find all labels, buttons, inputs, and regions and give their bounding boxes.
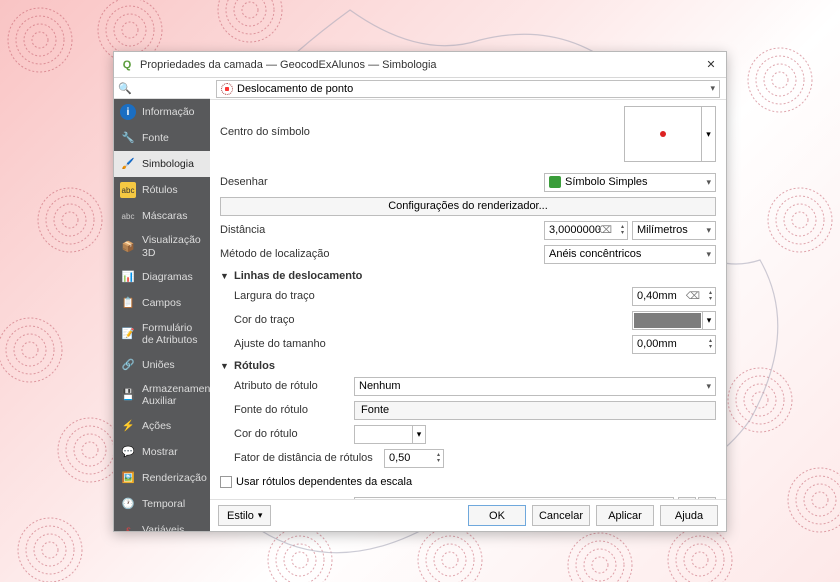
sidebar-search[interactable]: 🔍 bbox=[114, 78, 210, 99]
dialog-footer: Estilo▾ OK Cancelar Aplicar Ajuda bbox=[210, 499, 726, 531]
symbol-preview-menu[interactable]: ▾ bbox=[702, 106, 716, 162]
label-color-button[interactable]: ▾ bbox=[354, 425, 426, 444]
sidebar-item-labels[interactable]: abcRótulos bbox=[114, 177, 210, 203]
locate-method-select[interactable]: Anéis concêntricos bbox=[544, 245, 716, 264]
fields-icon: 📋 bbox=[120, 296, 136, 312]
displacement-icon bbox=[221, 83, 233, 95]
label-attr-select[interactable]: Nenhum bbox=[354, 377, 716, 396]
min-scale-select[interactable]: 0 bbox=[354, 497, 674, 500]
sidebar: iInformação 🔧Fonte 🖌️Simbologia abcRótul… bbox=[114, 99, 210, 531]
symbology-icon: 🖌️ bbox=[120, 156, 136, 172]
section-displacement-lines[interactable]: ▼Linhas de deslocamento bbox=[220, 270, 716, 282]
display-icon: 💬 bbox=[120, 444, 136, 460]
help-button[interactable]: Ajuda bbox=[660, 505, 718, 526]
size-adjust-spin[interactable]: 0,00mm bbox=[632, 335, 716, 354]
sidebar-item-masks[interactable]: abcMáscaras bbox=[114, 203, 210, 229]
render-icon: 🖼️ bbox=[120, 470, 136, 486]
sidebar-item-aux[interactable]: 💾Armazenamento Auxiliar bbox=[114, 378, 210, 413]
storage-icon: 💾 bbox=[120, 387, 136, 403]
cube-icon: 📦 bbox=[120, 239, 136, 255]
masks-icon: abc bbox=[120, 208, 136, 224]
window-title: Propriedades da camada — GeocodExAlunos … bbox=[140, 59, 437, 71]
sidebar-item-actions[interactable]: ⚡Ações bbox=[114, 413, 210, 439]
center-symbol-label: Centro do símbolo bbox=[220, 106, 340, 138]
diagram-icon: 📊 bbox=[120, 270, 136, 286]
label-font-button[interactable]: Fonte bbox=[354, 401, 716, 420]
single-symbol-icon bbox=[549, 176, 561, 188]
symbol-preview[interactable] bbox=[624, 106, 702, 162]
titlebar: Q Propriedades da camada — GeocodExAluno… bbox=[114, 52, 726, 78]
sidebar-item-info[interactable]: iInformação bbox=[114, 99, 210, 125]
info-icon: i bbox=[120, 104, 136, 120]
form-icon: 📝 bbox=[120, 326, 136, 342]
label-dist-spin[interactable]: 0,50 bbox=[384, 449, 444, 468]
labels-icon: abc bbox=[120, 182, 136, 198]
distance-label: Distância bbox=[220, 224, 340, 236]
sidebar-item-display[interactable]: 💬Mostrar bbox=[114, 439, 210, 465]
label-font-label: Fonte do rótulo bbox=[234, 404, 354, 416]
renderer-select[interactable]: Deslocamento de ponto bbox=[216, 80, 720, 98]
sidebar-item-temporal[interactable]: 🕐Temporal bbox=[114, 491, 210, 517]
style-menu-button[interactable]: Estilo▾ bbox=[218, 505, 271, 526]
renderer-settings-button[interactable]: Configurações do renderizador... bbox=[220, 197, 716, 216]
sidebar-item-source[interactable]: 🔧Fonte bbox=[114, 125, 210, 151]
stroke-width-label: Largura do traço bbox=[234, 290, 354, 302]
stroke-color-button[interactable]: ▾ bbox=[632, 311, 716, 330]
close-icon[interactable]: ✕ bbox=[702, 56, 720, 74]
label-attr-label: Atributo de rótulo bbox=[234, 380, 354, 392]
sidebar-item-symbology[interactable]: 🖌️Simbologia bbox=[114, 151, 210, 177]
sidebar-item-rendering[interactable]: 🖼️Renderização bbox=[114, 465, 210, 491]
sidebar-item-attr-form[interactable]: 📝Formulário de Atributos bbox=[114, 317, 210, 352]
source-icon: 🔧 bbox=[120, 130, 136, 146]
stroke-color-label: Cor do traço bbox=[234, 314, 354, 326]
scale-dependent-checkbox[interactable] bbox=[220, 476, 232, 488]
apply-button[interactable]: Aplicar bbox=[596, 505, 654, 526]
distance-spin[interactable]: 3,0000000⌫ bbox=[544, 221, 628, 240]
section-labels[interactable]: ▼Rótulos bbox=[220, 360, 716, 372]
search-input[interactable] bbox=[135, 82, 206, 94]
ok-button[interactable]: OK bbox=[468, 505, 526, 526]
draw-renderer-select[interactable]: Símbolo Simples bbox=[544, 173, 716, 192]
actions-icon: ⚡ bbox=[120, 418, 136, 434]
join-icon: 🔗 bbox=[120, 357, 136, 373]
sidebar-item-diagrams[interactable]: 📊Diagramas bbox=[114, 265, 210, 291]
size-adjust-label: Ajuste do tamanho bbox=[234, 338, 354, 350]
qgis-icon: Q bbox=[120, 58, 134, 72]
draw-label: Desenhar bbox=[220, 176, 340, 188]
distance-unit-select[interactable]: Milímetros bbox=[632, 221, 716, 240]
locate-method-label: Método de localização bbox=[220, 248, 340, 260]
cancel-button[interactable]: Cancelar bbox=[532, 505, 590, 526]
sidebar-item-joins[interactable]: 🔗Uniões bbox=[114, 352, 210, 378]
label-color-label: Cor do rótulo bbox=[234, 428, 354, 440]
layer-properties-dialog: Q Propriedades da camada — GeocodExAluno… bbox=[113, 51, 727, 532]
search-icon: 🔍 bbox=[118, 82, 132, 95]
var-icon: ε bbox=[120, 522, 136, 531]
clock-icon: 🕐 bbox=[120, 496, 136, 512]
sidebar-item-3d[interactable]: 📦Visualização 3D bbox=[114, 229, 210, 264]
label-dist-label: Fator de distância de rótulos bbox=[234, 452, 384, 464]
scale-dependent-label: Usar rótulos dependentes da escala bbox=[236, 476, 412, 488]
sidebar-item-variables[interactable]: εVariáveis bbox=[114, 517, 210, 531]
sidebar-item-fields[interactable]: 📋Campos bbox=[114, 291, 210, 317]
stroke-width-spin[interactable]: 0,40mm⌫ bbox=[632, 287, 716, 306]
